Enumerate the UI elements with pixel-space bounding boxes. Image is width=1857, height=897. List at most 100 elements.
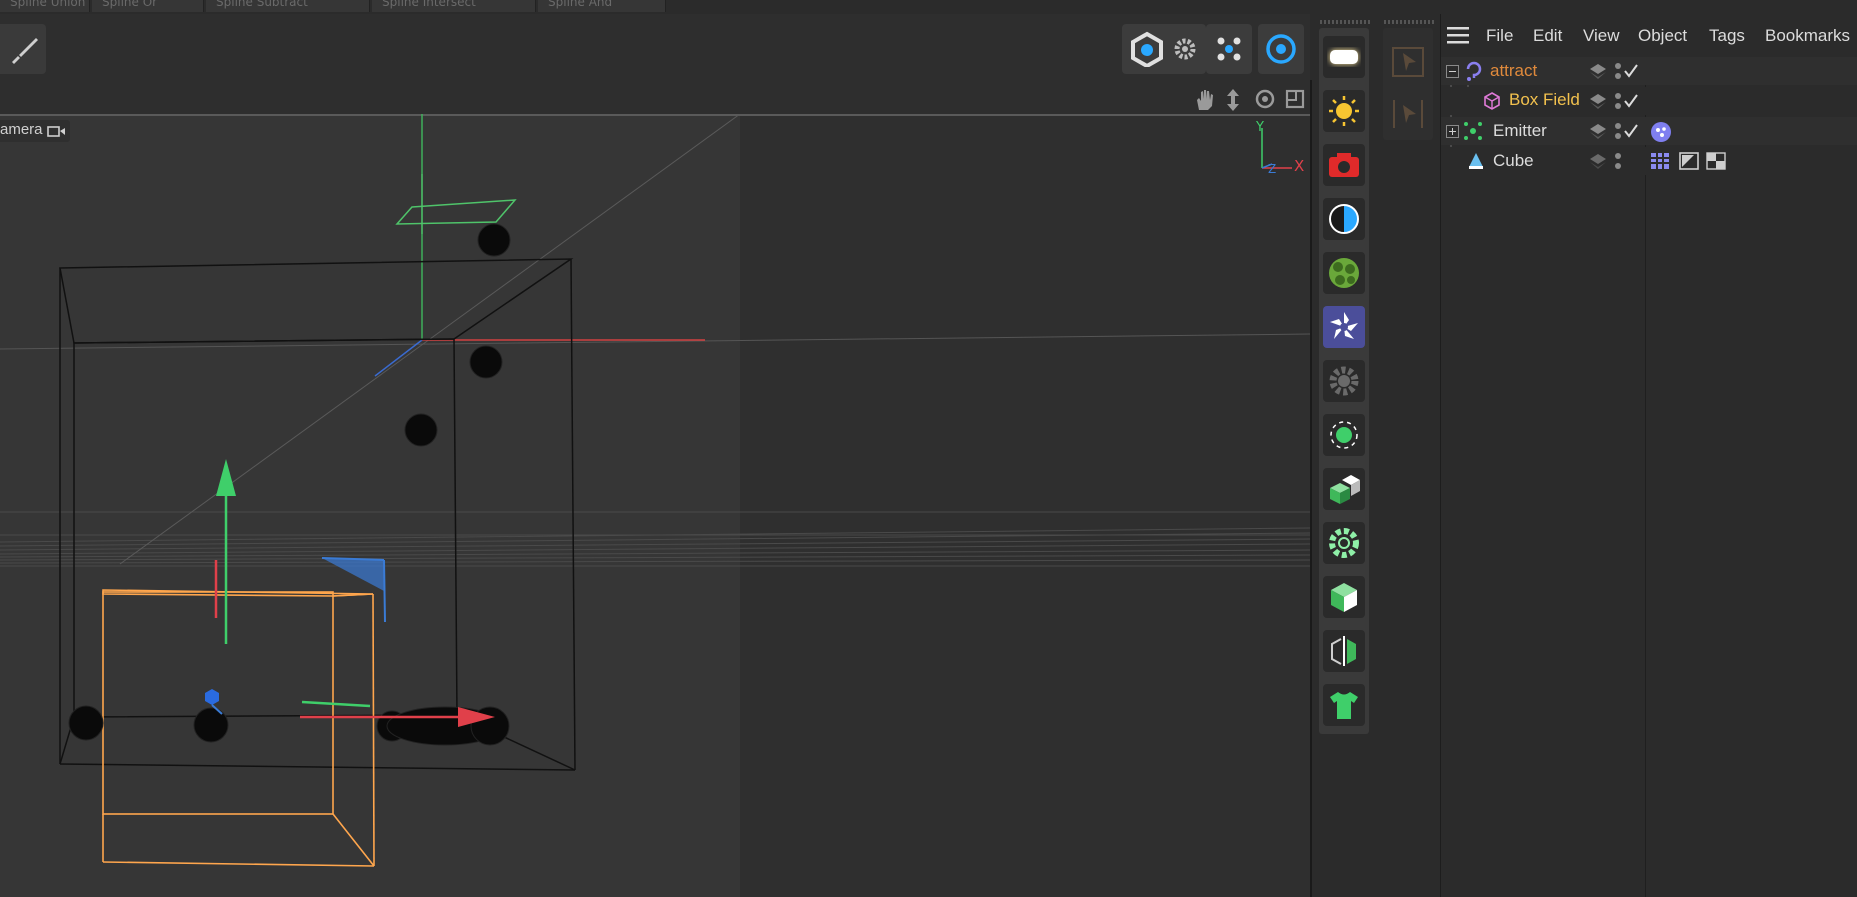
render-settings-button[interactable] [1168,34,1202,64]
cluster-icon [1329,258,1359,288]
snap-secondary-button[interactable] [1388,94,1428,134]
snap-icon [1392,47,1424,77]
area-light-button[interactable] [1323,36,1365,78]
rotate-view-icon[interactable] [1254,88,1276,114]
target-icon [1266,34,1296,64]
flower-gear-button[interactable] [1323,522,1365,564]
gear-button[interactable] [1323,360,1365,402]
octane-icon [1330,312,1358,339]
tab-spline-intersect[interactable]: Spline Intersect [372,0,536,12]
move-view-icon[interactable] [1224,88,1242,116]
gear-icon [1174,38,1196,60]
render-view-button[interactable] [1128,28,1166,70]
contrast-button[interactable] [1323,198,1365,240]
tab-spline-or[interactable]: Spline Or [92,0,204,12]
viewport-header [0,80,1310,114]
cubes-button[interactable] [1323,468,1365,510]
particle-tag-icon[interactable] [1650,121,1672,143]
menu-edit[interactable]: Edit [1533,26,1562,46]
object-name: Emitter [1493,121,1547,140]
menu-bookmarks[interactable]: Bookmarks [1765,26,1850,46]
brush-tool-button[interactable] [0,24,46,74]
emitter-icon [1464,122,1482,140]
layer-icon[interactable] [1589,123,1607,139]
layer-icon[interactable] [1589,153,1607,169]
target-button[interactable] [1258,24,1304,74]
object-row-attract[interactable]: attract [1441,57,1857,85]
maximize-view-icon[interactable] [1284,88,1306,114]
camera-button[interactable] [1323,144,1365,186]
tab-label: Spline Or [102,0,158,9]
tab-label: Spline Subtract [216,0,308,9]
flower-gear-icon [1329,528,1359,558]
sun-icon [1329,96,1359,126]
tab-label: Spline And [548,0,613,9]
nodes-icon [1217,37,1241,61]
menu-file[interactable]: File [1486,26,1513,46]
sun-button[interactable] [1323,90,1365,132]
light-panel-icon [1330,50,1358,64]
axis-z-label: Z [1268,162,1277,176]
visibility-dots-icon[interactable] [1613,92,1623,110]
symmetry-icon [1331,636,1356,666]
palette-drag-handle[interactable] [1320,20,1372,24]
axis-y-label: Y [1256,120,1264,135]
visibility-dots-icon[interactable] [1613,122,1623,140]
viewport-nodes-button[interactable] [1206,24,1252,74]
enabled-check-icon[interactable] [1623,123,1639,139]
uvw-tag-icon[interactable] [1650,152,1670,170]
point-light-button[interactable] [1323,414,1365,456]
camera-icon [1329,153,1359,177]
render-hex-icon [1131,31,1163,67]
cluster-button[interactable] [1323,252,1365,294]
tab-spline-and[interactable]: Spline And [538,0,666,12]
floor-grid [0,511,1310,567]
cloth-button[interactable] [1323,684,1365,726]
viewport-right-border [1310,80,1312,897]
cubes-icon [1330,475,1360,504]
menu-view[interactable]: View [1583,26,1620,46]
cube-icon [1331,583,1357,612]
box-field-icon [1484,92,1500,110]
object-row-emitter[interactable]: Emitter [1441,117,1857,145]
menu-object[interactable]: Object [1638,26,1687,46]
material-tag-icon[interactable] [1706,152,1726,170]
brush-icon [12,38,38,64]
layer-icon[interactable] [1589,63,1607,79]
object-row-box-field[interactable]: Box Field [1441,87,1857,115]
snap-edge-icon [1393,100,1423,128]
pan-icon[interactable] [1193,88,1215,116]
palette2-drag-handle[interactable] [1384,20,1436,24]
axis-x-label: X [1294,157,1305,175]
hamburger-menu-icon[interactable] [1446,24,1470,50]
symmetry-button[interactable] [1323,630,1365,672]
enabled-check-icon[interactable] [1623,63,1639,79]
octane-button[interactable] [1323,306,1365,348]
cube-button[interactable] [1323,576,1365,618]
object-name: Cube [1493,151,1534,170]
tab-label: Spline Union [10,0,86,9]
object-name: attract [1490,61,1538,80]
attractor-icon [1466,61,1482,81]
object-row-cube[interactable]: Cube [1441,147,1857,175]
tab-label: Spline Intersect [382,0,476,9]
cube-object-icon [1469,153,1483,169]
tab-spline-subtract[interactable]: Spline Subtract [206,0,370,12]
object-name: Box Field [1509,90,1580,109]
shirt-icon [1330,692,1358,719]
tab-spline-union[interactable]: Spline Union [0,0,90,12]
layer-icon[interactable] [1589,93,1607,109]
column-divider [1645,58,1646,897]
point-light-icon [1330,421,1358,449]
main-toolbar [0,14,1310,81]
visibility-dots-icon[interactable] [1613,62,1623,80]
selection-tag-icon[interactable] [1679,152,1699,170]
enabled-check-icon[interactable] [1623,93,1639,109]
collapse-toggle-icon[interactable] [1446,65,1459,78]
snap-button[interactable] [1388,42,1428,82]
contrast-icon [1329,204,1359,234]
viewport-scene [0,114,1310,867]
visibility-dots-icon[interactable] [1613,152,1623,170]
menu-tags[interactable]: Tags [1709,26,1745,46]
expand-toggle-icon[interactable] [1446,125,1459,138]
